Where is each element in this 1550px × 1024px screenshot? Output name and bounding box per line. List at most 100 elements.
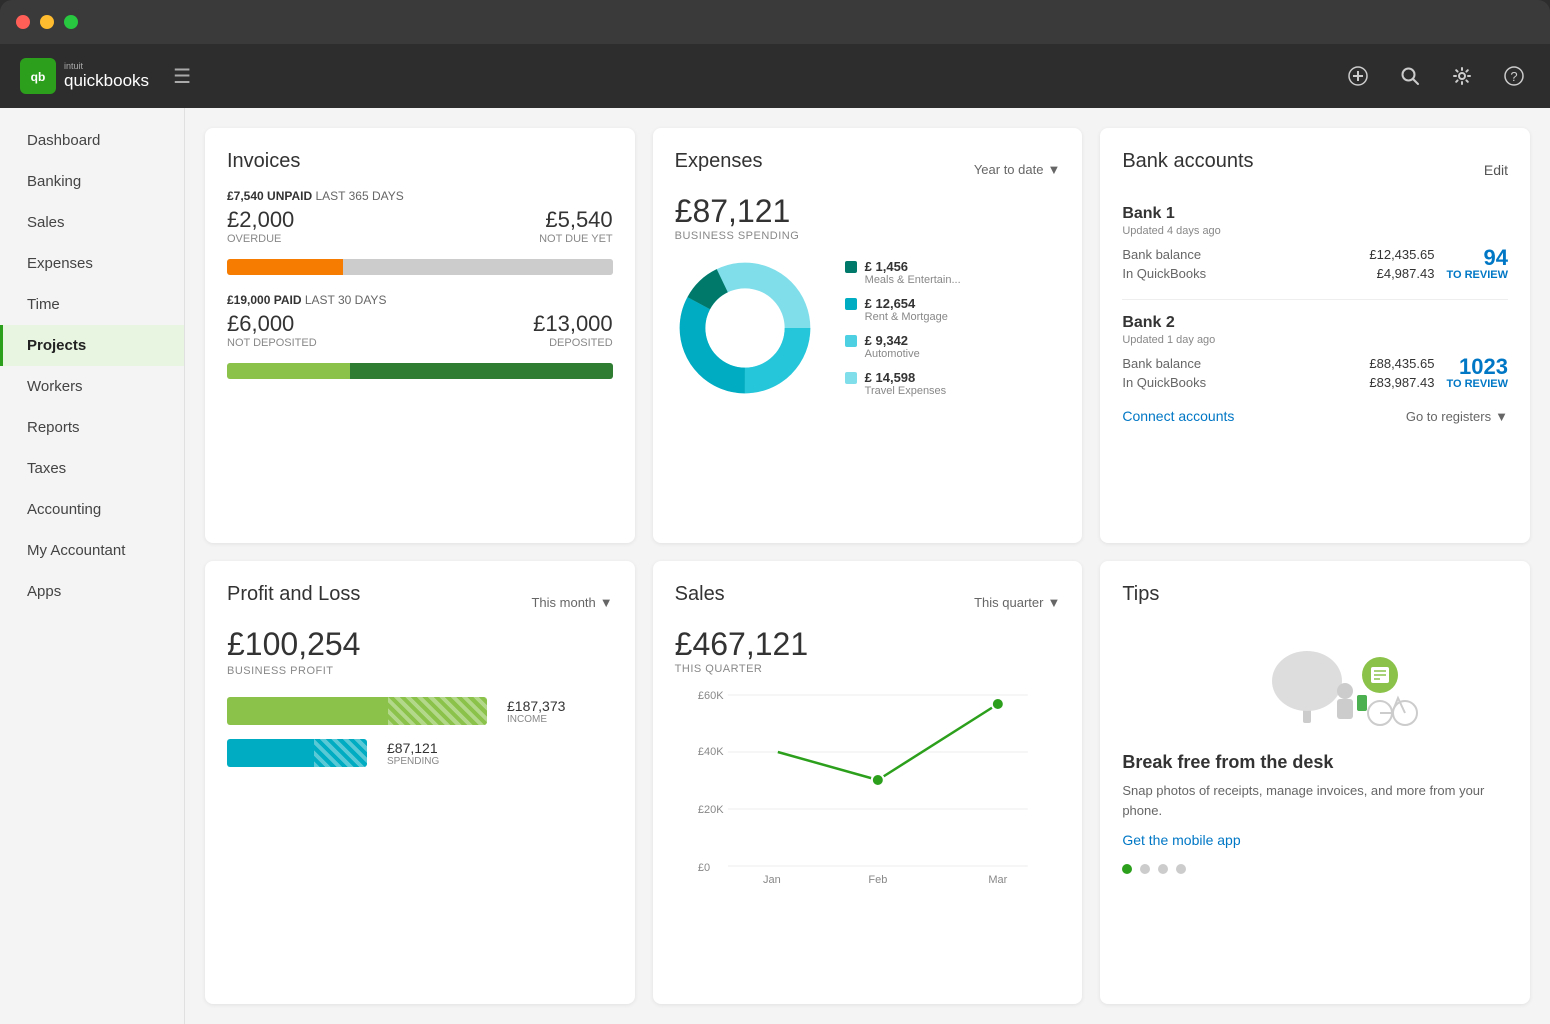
expenses-card: Expenses Year to date ▼ £87,121 BUSINESS… [653,128,1083,543]
bank2-qb-row: In QuickBooks £83,987.43 [1122,375,1434,390]
bank1-section: Bank 1 Updated 4 days ago Bank balance £… [1122,205,1508,285]
traffic-light-red[interactable] [16,15,30,29]
traffic-light-yellow[interactable] [40,15,54,29]
sidebar-item-banking[interactable]: Banking [0,161,184,202]
profit-sub: BUSINESS PROFIT [227,665,613,677]
topbar: qb intuit quickbooks ☰ ? [0,44,1550,108]
invoices-unpaid-row: £2,000 OVERDUE £5,540 NOT DUE YET [227,207,613,255]
bank-accounts-card: Bank accounts Edit Bank 1 Updated 4 days… [1100,128,1530,543]
topbar-icons: ? [1342,60,1530,92]
invoices-deposited-label: DEPOSITED [533,337,613,349]
sidebar-item-time[interactable]: Time [0,284,184,325]
invoices-title: Invoices [227,150,613,173]
spending-amount: £87,121 [387,740,439,756]
profit-loss-header: Profit and Loss This month ▼ [227,583,613,622]
profit-period-selector[interactable]: This month ▼ [531,595,612,610]
sidebar-item-apps[interactable]: Apps [0,571,184,612]
invoices-card: Invoices £7,540 UNPAID LAST 365 DAYS £2,… [205,128,635,543]
sidebar-item-workers[interactable]: Workers [0,366,184,407]
tips-headline: Break free from the desk [1122,752,1508,773]
profit-amount: £100,254 [227,626,613,663]
invoices-deposited-amount: £13,000 [533,311,613,337]
sidebar-item-taxes[interactable]: Taxes [0,448,184,489]
tip-dot-0[interactable] [1122,864,1132,874]
edit-button[interactable]: Edit [1484,162,1508,178]
bank1-balance-row: Bank balance £12,435.65 [1122,247,1434,262]
invoices-not-due-label: NOT DUE YET [539,233,613,245]
bank1-qb-row: In QuickBooks £4,987.43 [1122,266,1434,281]
invoices-not-deposited-label: NOT DEPOSITED [227,337,317,349]
income-bar-row: £187,373 INCOME [227,697,613,725]
expenses-total: £87,121 [675,193,1061,230]
bank2-balances: Bank balance £88,435.65 In QuickBooks £8… [1122,356,1434,394]
svg-text:£60K: £60K [697,690,723,702]
bank-accounts-header: Bank accounts Edit [1122,150,1508,189]
sidebar-item-my-accountant[interactable]: My Accountant [0,530,184,571]
income-amount: £187,373 [507,698,565,714]
bank2-balance-row: Bank balance £88,435.65 [1122,356,1434,371]
logo-quickbooks: quickbooks [64,72,149,91]
invoices-overdue-amount: £2,000 [227,207,294,233]
tip-dot-3[interactable] [1176,864,1186,874]
legend-item-1: £ 12,654 Rent & Mortgage [845,296,1061,323]
sidebar-item-accounting[interactable]: Accounting [0,489,184,530]
sales-period-selector[interactable]: This quarter ▼ [974,583,1060,622]
bank2-section: Bank 2 Updated 1 day ago Bank balance £8… [1122,314,1508,394]
help-icon[interactable]: ? [1498,60,1530,92]
tip-dot-1[interactable] [1140,864,1150,874]
expenses-sub: BUSINESS SPENDING [675,230,1061,242]
tips-card: Tips [1100,561,1530,1004]
svg-text:£0: £0 [697,862,709,874]
search-icon[interactable] [1394,60,1426,92]
bank1-review-block[interactable]: 94 TO REVIEW [1446,247,1508,281]
bank-actions: Connect accounts Go to registers ▼ [1122,408,1508,424]
tips-illustration [1122,618,1508,738]
sidebar: Dashboard Banking Sales Expenses Time Pr… [0,108,185,1024]
sidebar-item-dashboard[interactable]: Dashboard [0,120,184,161]
bank1-review-label: TO REVIEW [1446,269,1508,281]
expenses-period-selector[interactable]: Year to date ▼ [974,162,1061,177]
svg-text:Jan: Jan [763,874,781,885]
expenses-legend: £ 1,456 Meals & Entertain... £ 12,654 Re… [845,259,1061,407]
svg-text:£40K: £40K [697,746,723,758]
get-mobile-app-link[interactable]: Get the mobile app [1122,832,1508,848]
bank2-review-block[interactable]: 1023 TO REVIEW [1446,356,1508,390]
sidebar-item-sales[interactable]: Sales [0,202,184,243]
invoices-paid-row: £6,000 NOT DEPOSITED £13,000 DEPOSITED [227,311,613,359]
spending-bar-row: £87,121 SPENDING [227,739,613,767]
legend-item-2: £ 9,342 Automotive [845,333,1061,360]
bank1-review-group: Bank balance £12,435.65 In QuickBooks £4… [1122,247,1508,285]
expenses-donut [675,258,825,408]
expenses-header: Expenses Year to date ▼ [675,150,1061,189]
profit-loss-card: Profit and Loss This month ▼ £100,254 BU… [205,561,635,1004]
bank1-updated: Updated 4 days ago [1122,225,1508,237]
hamburger-menu[interactable]: ☰ [173,64,191,89]
invoices-not-due-amount: £5,540 [539,207,613,233]
sidebar-item-projects[interactable]: Projects [0,325,184,366]
bank2-review-group: Bank balance £88,435.65 In QuickBooks £8… [1122,356,1508,394]
bank2-name: Bank 2 [1122,314,1508,332]
legend-item-3: £ 14,598 Travel Expenses [845,370,1061,397]
profit-loss-title: Profit and Loss [227,583,360,606]
logo-icon: qb [20,58,56,94]
connect-accounts-link[interactable]: Connect accounts [1122,408,1234,424]
svg-text:£20K: £20K [697,804,723,816]
invoices-not-deposited-amount: £6,000 [227,311,317,337]
add-icon[interactable] [1342,60,1374,92]
go-registers-link[interactable]: Go to registers ▼ [1406,409,1508,424]
tip-dot-2[interactable] [1158,864,1168,874]
settings-icon[interactable] [1446,60,1478,92]
svg-text:qb: qb [31,70,46,84]
sales-amount: £467,121 [675,626,1061,663]
sales-chart: £60K £40K £20K £0 [675,685,1061,885]
sidebar-item-expenses[interactable]: Expenses [0,243,184,284]
invoices-paid-label: £19,000 PAID LAST 30 DAYS [227,293,613,307]
expenses-title: Expenses [675,150,763,173]
sales-header: Sales This quarter ▼ [675,583,1061,622]
traffic-light-green[interactable] [64,15,78,29]
invoices-overdue-label: OVERDUE [227,233,294,245]
bank1-balances: Bank balance £12,435.65 In QuickBooks £4… [1122,247,1434,285]
invoices-unpaid-bar [227,259,613,275]
sidebar-item-reports[interactable]: Reports [0,407,184,448]
tips-pagination-dots [1122,864,1508,874]
